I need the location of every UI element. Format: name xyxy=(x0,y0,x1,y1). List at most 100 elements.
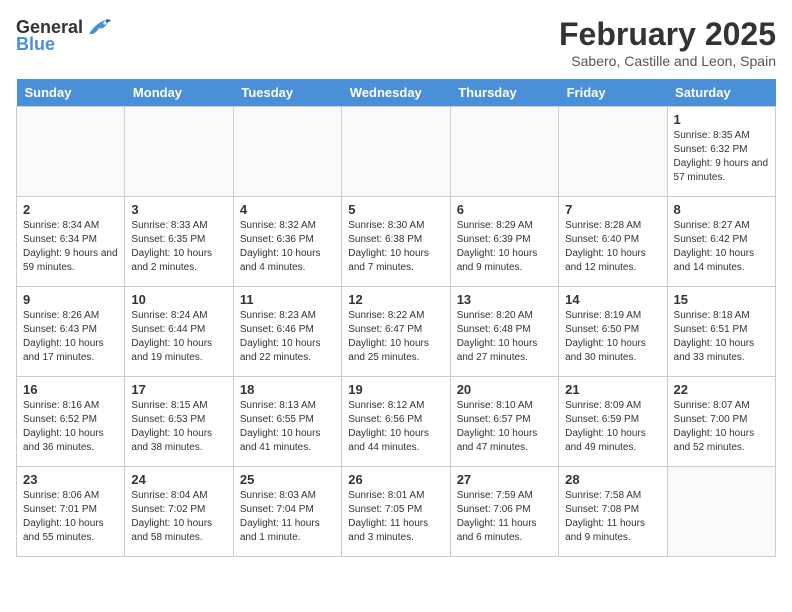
calendar-cell: 9Sunrise: 8:26 AM Sunset: 6:43 PM Daylig… xyxy=(17,287,125,377)
calendar-cell: 24 Sunrise: 8:04 AM Sunset: 7:02 PM Dayli… xyxy=(125,467,233,557)
calendar-cell: 23 Sunrise: 8:06 AM Sunset: 7:01 PM Dayli… xyxy=(17,467,125,557)
calendar-week-row: 1 Sunrise: 8:35 AM Sunset: 6:32 PM Daylig… xyxy=(17,107,776,197)
day-number: 1 xyxy=(674,112,769,127)
calendar-cell: 10Sunrise: 8:24 AM Sunset: 6:44 PM Dayli… xyxy=(125,287,233,377)
day-number: 28 xyxy=(565,472,660,487)
calendar-cell xyxy=(125,107,233,197)
day-info: Sunrise: 8:01 AM Sunset: 7:05 PM Dayligh… xyxy=(348,489,443,545)
day-number: 16 xyxy=(23,382,118,397)
logo: General Blue xyxy=(16,16,113,55)
day-number: 13 xyxy=(457,292,552,307)
calendar-cell: 13 Sunrise: 8:20 AM Sunset: 6:48 PM Dayli… xyxy=(450,287,558,377)
day-number: 21 xyxy=(565,382,660,397)
day-number: 24 xyxy=(131,472,226,487)
day-info: Sunrise: 8:18 AM Sunset: 6:51 PM Dayligh… xyxy=(674,309,769,365)
calendar-cell: 27Sunrise: 7:59 AM Sunset: 7:06 PM Dayli… xyxy=(450,467,558,557)
weekday-header-tuesday: Tuesday xyxy=(233,79,341,107)
day-info: Sunrise: 8:35 AM Sunset: 6:32 PM Dayligh… xyxy=(674,129,769,185)
day-number: 17 xyxy=(131,382,226,397)
day-info: Sunrise: 8:06 AM Sunset: 7:01 PM Dayligh… xyxy=(23,489,118,545)
calendar-cell: 4 Sunrise: 8:32 AM Sunset: 6:36 PM Daylig… xyxy=(233,197,341,287)
day-info: Sunrise: 8:09 AM Sunset: 6:59 PM Dayligh… xyxy=(565,399,660,455)
day-number: 3 xyxy=(131,202,226,217)
calendar-cell: 15 Sunrise: 8:18 AM Sunset: 6:51 PM Dayli… xyxy=(667,287,775,377)
calendar-cell: 1 Sunrise: 8:35 AM Sunset: 6:32 PM Daylig… xyxy=(667,107,775,197)
day-number: 2 xyxy=(23,202,118,217)
day-number: 12 xyxy=(348,292,443,307)
day-info: Sunrise: 8:30 AM Sunset: 6:38 PM Dayligh… xyxy=(348,219,443,275)
day-info: Sunrise: 8:04 AM Sunset: 7:02 PM Dayligh… xyxy=(131,489,226,545)
day-info: Sunrise: 8:03 AM Sunset: 7:04 PM Dayligh… xyxy=(240,489,335,545)
title-section: February 2025 Sabero, Castille and Leon,… xyxy=(559,16,776,69)
day-info: Sunrise: 8:15 AM Sunset: 6:53 PM Dayligh… xyxy=(131,399,226,455)
calendar-cell: 18 Sunrise: 8:13 AM Sunset: 6:55 PM Dayli… xyxy=(233,377,341,467)
day-number: 22 xyxy=(674,382,769,397)
day-info: Sunrise: 8:29 AM Sunset: 6:39 PM Dayligh… xyxy=(457,219,552,275)
calendar-cell: 22 Sunrise: 8:07 AM Sunset: 7:00 PM Dayli… xyxy=(667,377,775,467)
calendar-cell: 19 Sunrise: 8:12 AM Sunset: 6:56 PM Dayli… xyxy=(342,377,450,467)
weekday-header-friday: Friday xyxy=(559,79,667,107)
day-info: Sunrise: 8:28 AM Sunset: 6:40 PM Dayligh… xyxy=(565,219,660,275)
calendar-week-row: 16 Sunrise: 8:16 AM Sunset: 6:52 PM Dayli… xyxy=(17,377,776,467)
day-number: 18 xyxy=(240,382,335,397)
calendar-cell xyxy=(233,107,341,197)
calendar-cell: 20 Sunrise: 8:10 AM Sunset: 6:57 PM Dayli… xyxy=(450,377,558,467)
day-number: 20 xyxy=(457,382,552,397)
day-number: 6 xyxy=(457,202,552,217)
day-info: Sunrise: 8:22 AM Sunset: 6:47 PM Dayligh… xyxy=(348,309,443,365)
day-info: Sunrise: 8:13 AM Sunset: 6:55 PM Dayligh… xyxy=(240,399,335,455)
calendar-week-row: 23 Sunrise: 8:06 AM Sunset: 7:01 PM Dayli… xyxy=(17,467,776,557)
calendar-cell: 26Sunrise: 8:01 AM Sunset: 7:05 PM Dayli… xyxy=(342,467,450,557)
calendar-cell xyxy=(450,107,558,197)
weekday-header-monday: Monday xyxy=(125,79,233,107)
calendar-cell: 8 Sunrise: 8:27 AM Sunset: 6:42 PM Daylig… xyxy=(667,197,775,287)
calendar-cell xyxy=(667,467,775,557)
calendar-cell: 3 Sunrise: 8:33 AM Sunset: 6:35 PM Daylig… xyxy=(125,197,233,287)
calendar-cell xyxy=(17,107,125,197)
weekday-header-wednesday: Wednesday xyxy=(342,79,450,107)
calendar-week-row: 2 Sunrise: 8:34 AM Sunset: 6:34 PM Daylig… xyxy=(17,197,776,287)
logo-bird-icon xyxy=(85,16,113,38)
calendar-cell xyxy=(559,107,667,197)
page-header: General Blue February 2025 Sabero, Casti… xyxy=(16,16,776,69)
day-info: Sunrise: 8:16 AM Sunset: 6:52 PM Dayligh… xyxy=(23,399,118,455)
day-info: Sunrise: 8:10 AM Sunset: 6:57 PM Dayligh… xyxy=(457,399,552,455)
day-number: 19 xyxy=(348,382,443,397)
day-number: 25 xyxy=(240,472,335,487)
day-info: Sunrise: 8:27 AM Sunset: 6:42 PM Dayligh… xyxy=(674,219,769,275)
day-number: 23 xyxy=(23,472,118,487)
weekday-header-row: SundayMondayTuesdayWednesdayThursdayFrid… xyxy=(17,79,776,107)
calendar-cell: 12 Sunrise: 8:22 AM Sunset: 6:47 PM Dayli… xyxy=(342,287,450,377)
day-number: 10 xyxy=(131,292,226,307)
day-number: 4 xyxy=(240,202,335,217)
day-number: 14 xyxy=(565,292,660,307)
weekday-header-thursday: Thursday xyxy=(450,79,558,107)
weekday-header-sunday: Sunday xyxy=(17,79,125,107)
day-number: 11 xyxy=(240,292,335,307)
calendar-cell: 7Sunrise: 8:28 AM Sunset: 6:40 PM Daylig… xyxy=(559,197,667,287)
day-info: Sunrise: 8:07 AM Sunset: 7:00 PM Dayligh… xyxy=(674,399,769,455)
day-info: Sunrise: 8:34 AM Sunset: 6:34 PM Dayligh… xyxy=(23,219,118,275)
calendar-table: SundayMondayTuesdayWednesdayThursdayFrid… xyxy=(16,79,776,557)
calendar-cell: 16 Sunrise: 8:16 AM Sunset: 6:52 PM Dayli… xyxy=(17,377,125,467)
day-info: Sunrise: 8:12 AM Sunset: 6:56 PM Dayligh… xyxy=(348,399,443,455)
day-info: Sunrise: 8:32 AM Sunset: 6:36 PM Dayligh… xyxy=(240,219,335,275)
calendar-title: February 2025 xyxy=(559,16,776,53)
day-info: Sunrise: 7:59 AM Sunset: 7:06 PM Dayligh… xyxy=(457,489,552,545)
calendar-cell xyxy=(342,107,450,197)
calendar-cell: 2 Sunrise: 8:34 AM Sunset: 6:34 PM Daylig… xyxy=(17,197,125,287)
calendar-cell: 28 Sunrise: 7:58 AM Sunset: 7:08 PM Dayli… xyxy=(559,467,667,557)
day-info: Sunrise: 8:23 AM Sunset: 6:46 PM Dayligh… xyxy=(240,309,335,365)
calendar-week-row: 9Sunrise: 8:26 AM Sunset: 6:43 PM Daylig… xyxy=(17,287,776,377)
day-number: 9 xyxy=(23,292,118,307)
calendar-cell: 5Sunrise: 8:30 AM Sunset: 6:38 PM Daylig… xyxy=(342,197,450,287)
day-info: Sunrise: 8:20 AM Sunset: 6:48 PM Dayligh… xyxy=(457,309,552,365)
calendar-cell: 21 Sunrise: 8:09 AM Sunset: 6:59 PM Dayli… xyxy=(559,377,667,467)
day-number: 8 xyxy=(674,202,769,217)
day-number: 15 xyxy=(674,292,769,307)
logo-text-blue: Blue xyxy=(16,34,55,55)
day-info: Sunrise: 8:19 AM Sunset: 6:50 PM Dayligh… xyxy=(565,309,660,365)
day-info: Sunrise: 7:58 AM Sunset: 7:08 PM Dayligh… xyxy=(565,489,660,545)
weekday-header-saturday: Saturday xyxy=(667,79,775,107)
day-info: Sunrise: 8:33 AM Sunset: 6:35 PM Dayligh… xyxy=(131,219,226,275)
